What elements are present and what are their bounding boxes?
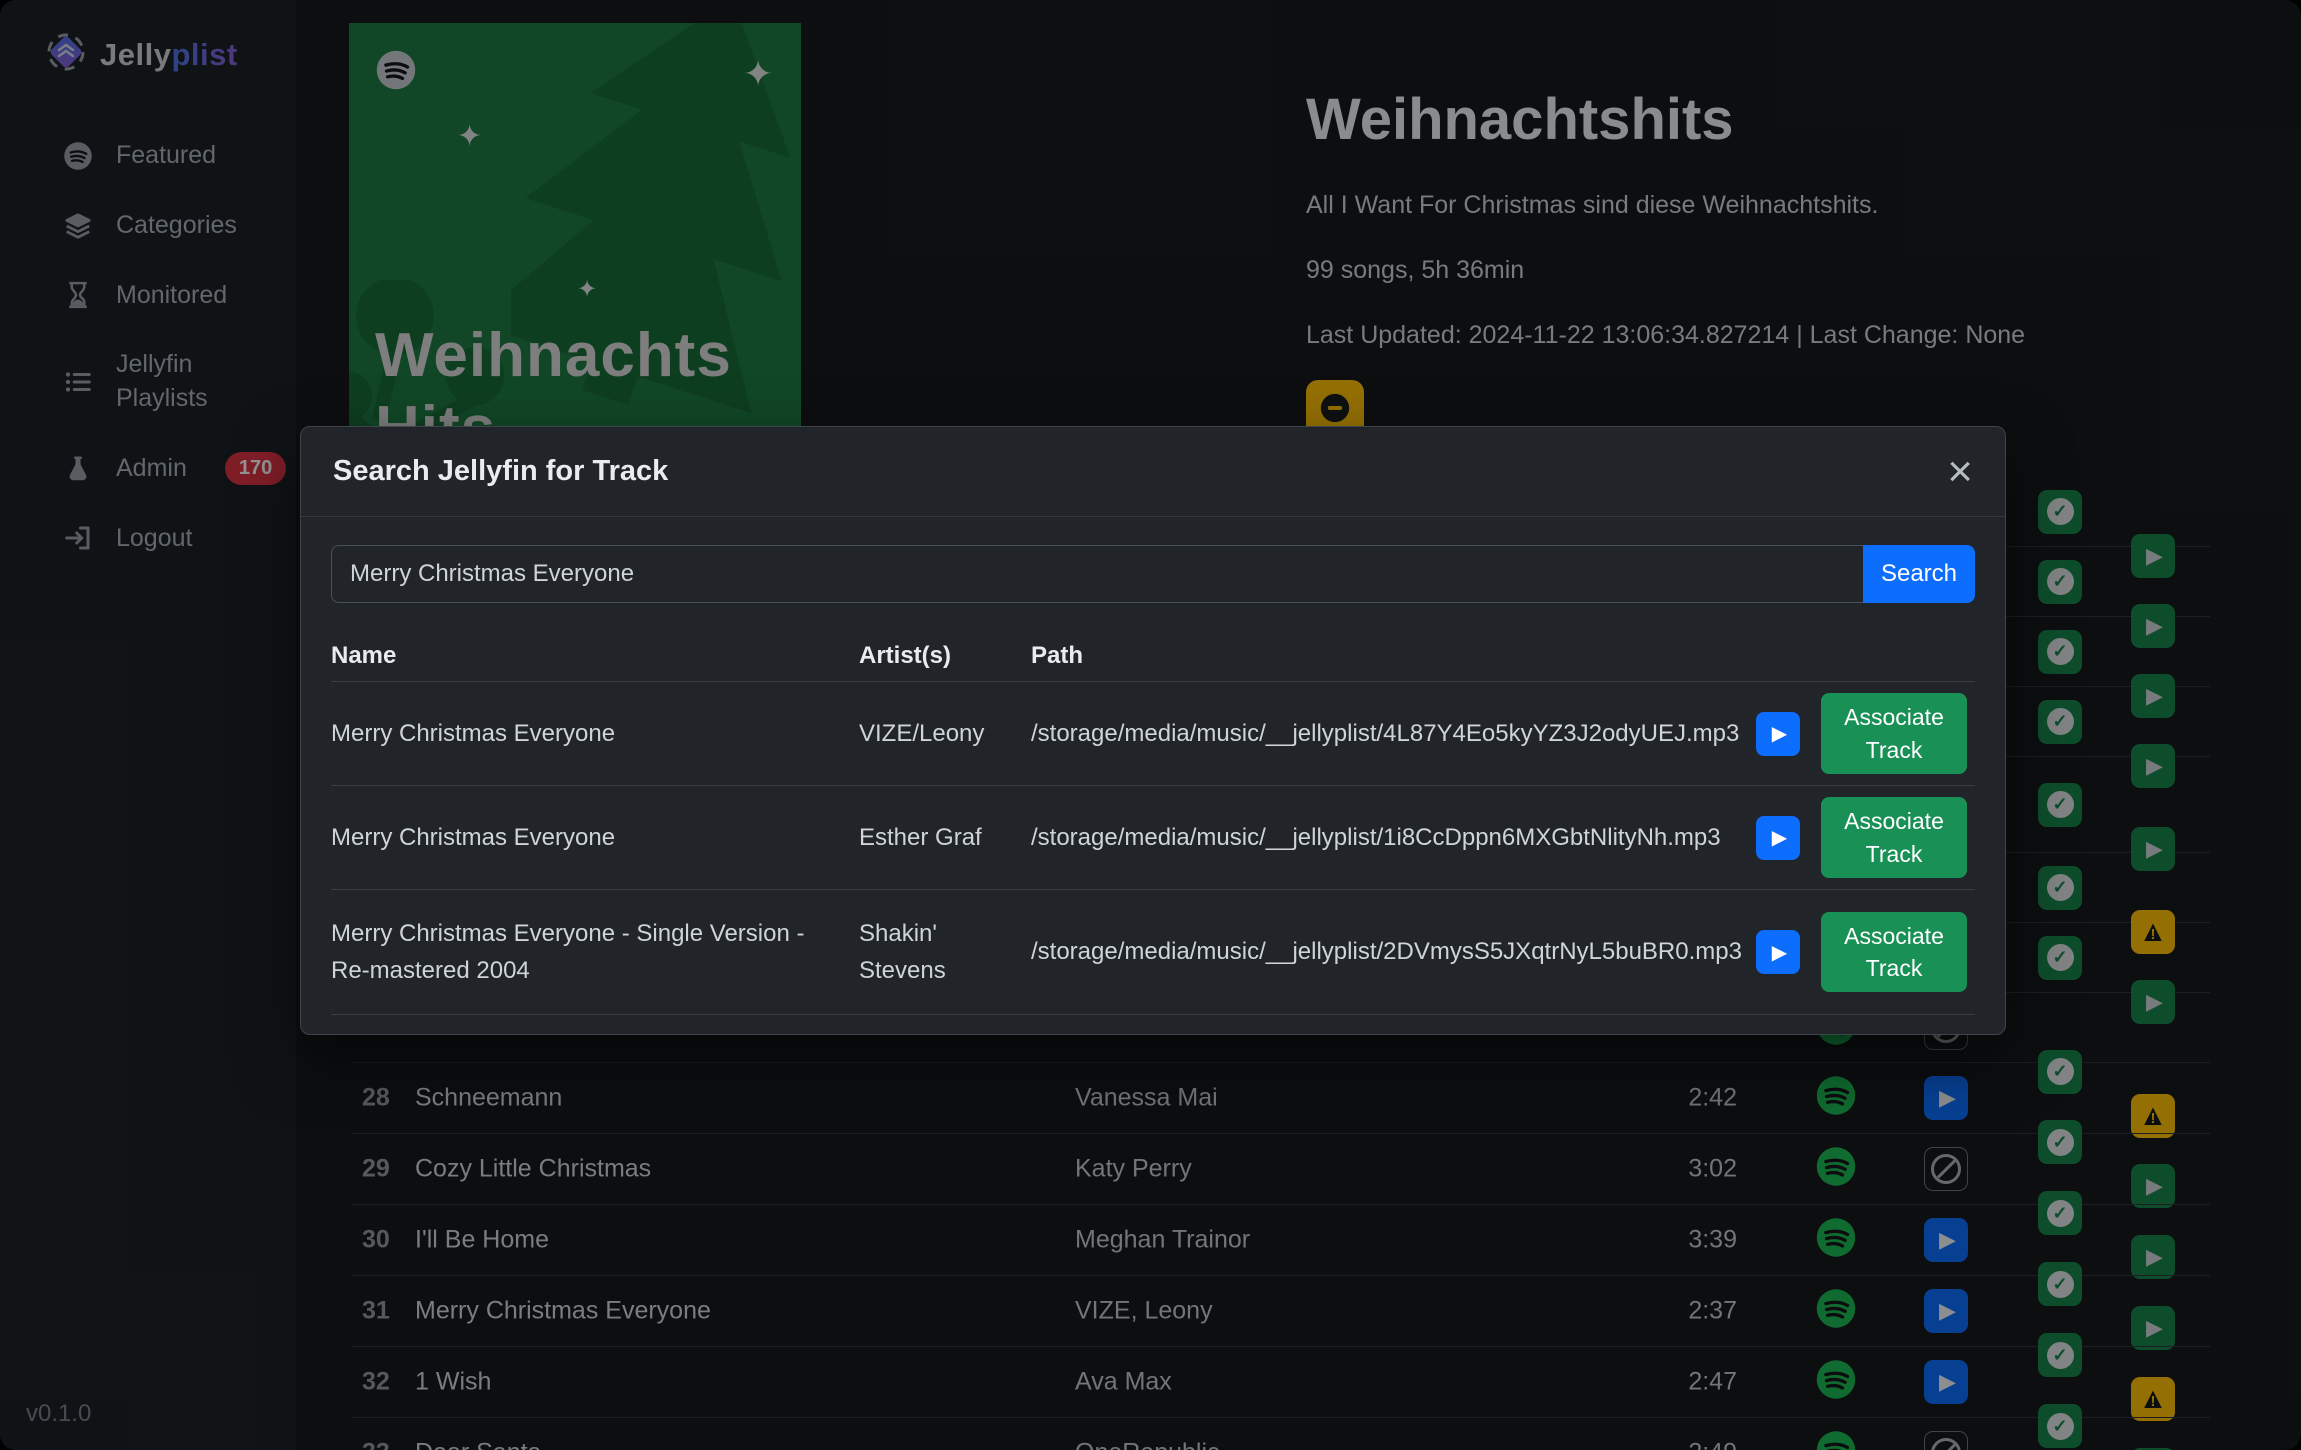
- associate-track-button[interactable]: Associate Track: [1821, 797, 1967, 877]
- associate-track-button[interactable]: Associate Track: [1821, 693, 1967, 773]
- preview-play-button[interactable]: [1756, 712, 1800, 756]
- column-header-name: Name: [331, 637, 859, 674]
- preview-play-button[interactable]: [1756, 816, 1800, 860]
- result-artist: VIZE/Leony: [859, 715, 1031, 752]
- modal-title: Search Jellyfin for Track: [333, 455, 668, 488]
- search-results-table: Name Artist(s) Path Merry Christmas Ever…: [331, 631, 1975, 1015]
- result-artist: Esther Graf: [859, 819, 1031, 856]
- results-header-row: Name Artist(s) Path: [331, 631, 1975, 681]
- result-path: /storage/media/music/__jellyplist/4L87Y4…: [1031, 715, 1756, 752]
- search-button[interactable]: Search: [1863, 545, 1975, 603]
- associate-track-button[interactable]: Associate Track: [1821, 912, 1967, 992]
- result-name: Merry Christmas Everyone: [331, 819, 859, 856]
- preview-play-button[interactable]: [1756, 930, 1800, 974]
- track-search-input[interactable]: [331, 545, 1863, 603]
- modal-body: Search Name Artist(s) Path Merry Christm…: [301, 517, 2005, 1015]
- result-row: Merry Christmas Everyone VIZE/Leony /sto…: [331, 681, 1975, 785]
- result-path: /storage/media/music/__jellyplist/2DVmys…: [1031, 933, 1756, 970]
- close-icon[interactable]: ×: [1947, 450, 1973, 494]
- result-name: Merry Christmas Everyone - Single Versio…: [331, 915, 859, 989]
- result-row: Merry Christmas Everyone - Single Versio…: [331, 889, 1975, 1015]
- search-group: Search: [331, 545, 1975, 603]
- column-header-path: Path: [1031, 637, 1756, 674]
- app-window: Jellyplist Featured Categories: [0, 0, 2301, 1450]
- search-jellyfin-modal: Search Jellyfin for Track × Search Name …: [300, 426, 2006, 1035]
- result-row: Merry Christmas Everyone Esther Graf /st…: [331, 785, 1975, 889]
- column-header-artist: Artist(s): [859, 637, 1031, 674]
- result-path: /storage/media/music/__jellyplist/1i8CcD…: [1031, 819, 1756, 856]
- result-name: Merry Christmas Everyone: [331, 715, 859, 752]
- result-artist: Shakin' Stevens: [859, 915, 1031, 989]
- modal-header: Search Jellyfin for Track ×: [301, 427, 2005, 517]
